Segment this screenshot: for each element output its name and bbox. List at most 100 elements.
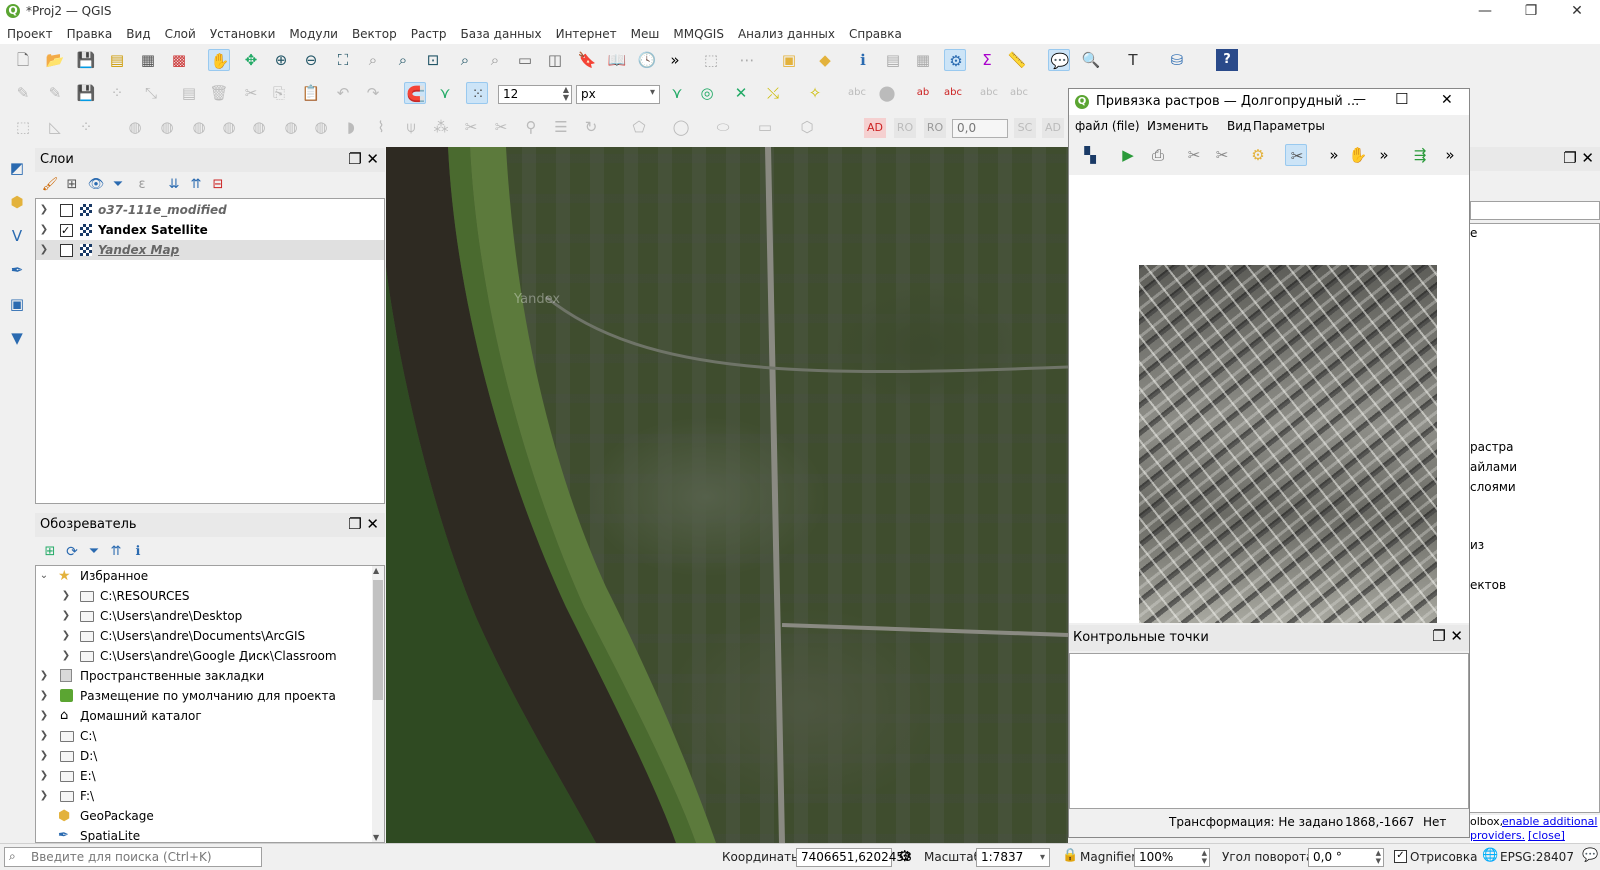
help-button[interactable]: ? [1216,49,1238,71]
ring-tool-button[interactable]: ◍ [124,116,146,138]
delete-part-button[interactable]: ◍ [248,116,270,138]
menu-settings[interactable]: Установки [203,24,283,44]
label-rotate-button[interactable]: abc [1008,82,1030,104]
scroll-up-icon[interactable]: ▲ [373,566,379,575]
deselect-button[interactable]: ▣ [778,49,800,71]
menu-mmqgis[interactable]: MMQGIS [666,24,731,44]
coordinate-field[interactable]: 7406651,6202458 [796,848,912,867]
browser-scrollbar[interactable]: ▲ ▼ [372,566,384,842]
label-toolbar-button[interactable]: abc [846,82,868,104]
style-manager-button[interactable]: ▩ [168,49,190,71]
gcp-table[interactable] [1069,653,1469,809]
minimize-button[interactable]: — [1462,0,1508,24]
sc-button[interactable]: SC [1014,118,1036,138]
open-raster-button[interactable]: ▚ [1079,144,1101,166]
transformation-settings-button[interactable]: ⚙ [1247,144,1269,166]
layer-visibility-checkbox[interactable] [60,221,73,241]
georef-menu-view[interactable]: Вид [1227,119,1251,133]
menu-vector[interactable]: Вектор [345,24,404,44]
merge-attributes-button[interactable]: ✂ [460,116,482,138]
georef-menu-file[interactable]: файл (file) [1075,119,1140,133]
select-location-button[interactable]: ◆ [814,49,836,71]
layer-visibility-checkbox[interactable] [60,244,73,257]
collapse-all-button[interactable]: ⇈ [185,174,207,196]
vertex-tool-button[interactable]: ⤡ [140,82,162,104]
new-map-view-button[interactable]: ▭ [514,49,536,71]
database-button[interactable]: ⛁ [1166,49,1188,71]
rotate-feature-button[interactable]: ↻ [580,116,602,138]
expand-all-button[interactable]: ⇊ [163,174,185,196]
tree-item-project-home[interactable]: ❯ Размещение по умолчанию для проекта [36,686,384,706]
layout-manager-button[interactable]: ▦ [137,49,159,71]
tree-item-folder[interactable]: ❯ C:\Users\andre\Desktop [36,606,384,626]
snapping-intersection-button[interactable]: ◎ [696,82,718,104]
split-parts-button[interactable]: ⍦ [400,116,422,138]
toolbox-item-fragment[interactable]: е [1470,226,1477,240]
magnifier-field[interactable]: 100% ▲ ▼ [1134,848,1210,867]
filter-legend-button[interactable]: ⏷ [107,174,129,196]
snapping-enable-button[interactable]: 🧲 [404,82,426,104]
close-panel-icon[interactable]: ✕ [1450,627,1463,645]
save-project-button[interactable]: 💾 [75,49,97,71]
add-feature-button[interactable]: ⁘ [106,82,128,104]
new-print-layout-button[interactable]: ▤ [106,49,128,71]
snapping-tracing-button[interactable]: ⤯ [762,82,784,104]
zoom-out-button[interactable]: ⊖ [300,49,322,71]
tree-item-spatialite[interactable]: ✒ SpatiaLite [36,826,384,842]
georef-maximize-icon[interactable]: ☐ [1395,90,1408,108]
menu-web[interactable]: Интернет [549,24,624,44]
new-project-button[interactable]: 🗋 [12,49,34,71]
identify-button[interactable]: ℹ [852,49,874,71]
enable-providers-link[interactable]: enable additional [1502,815,1597,828]
chevron-down-icon[interactable]: ❯ [38,240,50,260]
chevron-right-icon[interactable]: ❯ [60,606,72,626]
georef-menu-settings[interactable]: Параметры [1253,119,1325,133]
tree-item-folder[interactable]: ❯ C:\Users\andre\Documents\ArcGIS [36,626,384,646]
chevron-right-icon[interactable]: ❯ [60,586,72,606]
topological-editing-button[interactable]: ⋎ [666,82,688,104]
label-move-button[interactable]: abc [978,82,1000,104]
close-panel-icon[interactable]: ✕ [366,150,379,168]
point-tool-button[interactable]: ⁘ [75,116,97,138]
filter-expression-button[interactable]: ε [131,174,153,196]
text-annotation-button[interactable]: T [1122,49,1144,71]
zoom-last-button[interactable]: ⌕ [454,49,476,71]
zoom-native-button[interactable]: ⊡ [422,49,444,71]
circle-tool-button[interactable]: ◯ [670,116,692,138]
angle-input[interactable]: 0,0 [952,119,1008,138]
float-panel-icon[interactable]: ❐ [1563,149,1576,167]
georef-pan-button[interactable]: ✋ [1347,144,1369,166]
georef-toolbar-overflow-3[interactable]: » [1439,144,1461,166]
tree-item-drive[interactable]: ❯ E:\ [36,766,384,786]
toggle-editing-button[interactable]: ✎ [44,82,66,104]
field-calculator-button[interactable]: ▦ [912,49,934,71]
rectangle-tool-button[interactable]: ▭ [754,116,776,138]
show-bookmarks-button[interactable]: 📖 [606,49,628,71]
layer-row[interactable]: ❯ o37-111e_modified [36,200,384,220]
paste-features-button[interactable]: 📋 [300,82,322,104]
menu-project[interactable]: Проект [0,24,60,44]
menu-help[interactable]: Справка [842,24,909,44]
load-gcp-button[interactable]: ✂ [1183,144,1205,166]
chevron-right-icon[interactable]: ❯ [38,666,50,686]
label-pin-button[interactable]: ⬤ [876,82,898,104]
reshape-button[interactable]: ◍ [280,116,302,138]
copy-features-button[interactable]: ⎘ [268,82,290,104]
chevron-down-icon[interactable]: ⌄ [38,566,50,586]
polygon-tool-button[interactable]: ⬠ [628,116,650,138]
chevron-right-icon[interactable]: ❯ [38,706,50,726]
georef-toolbar-overflow-2[interactable]: » [1373,144,1395,166]
toolbox-item-fragment[interactable]: из [1470,538,1484,552]
chevron-right-icon[interactable]: ❯ [38,200,50,220]
georef-close-button[interactable]: ✕ [1441,92,1453,108]
menu-view[interactable]: Вид [119,24,157,44]
self-snapping-button[interactable]: ✕ [730,82,752,104]
generate-gdal-script-button[interactable]: ⎙ [1147,144,1169,166]
add-geopackage-button[interactable]: ⬢ [6,191,28,213]
select-features-button[interactable]: ⬚ [700,49,722,71]
chevron-right-icon[interactable]: ❯ [38,686,50,706]
render-checkbox[interactable]: ✓ [1394,850,1407,863]
georef-menu-edit[interactable]: Изменить [1147,119,1209,133]
toggle-extents-icon[interactable]: ⚙ [898,847,911,865]
save-gcp-button[interactable]: ✂ [1211,144,1233,166]
